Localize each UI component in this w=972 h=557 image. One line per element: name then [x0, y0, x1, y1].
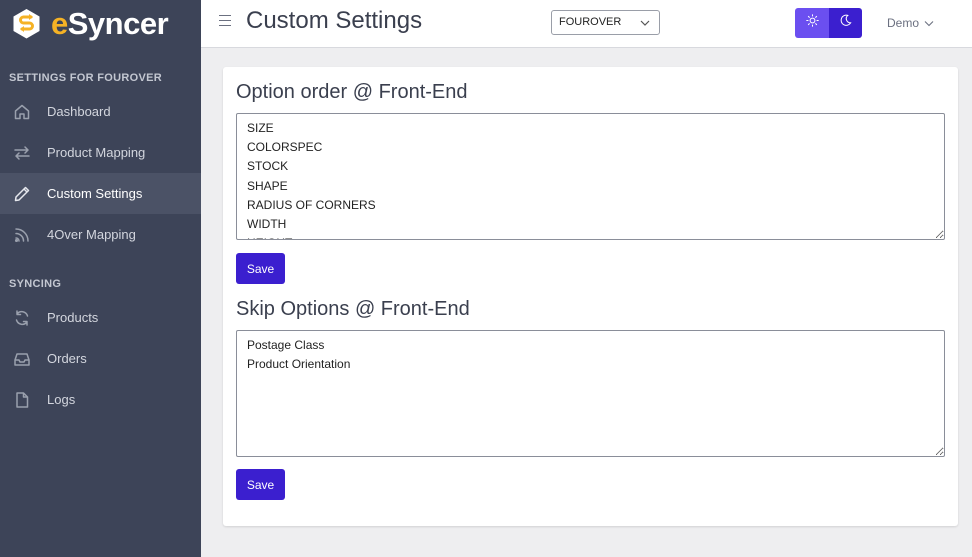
theme-toggle [795, 8, 862, 38]
chevron-down-icon [924, 16, 934, 30]
settings-card: Option order @ Front-End SIZE COLORSPEC … [223, 67, 958, 526]
save-skip-options-button[interactable]: Save [236, 469, 285, 500]
option-order-heading: Option order @ Front-End [236, 81, 468, 103]
skip-options-heading: Skip Options @ Front-End [236, 298, 470, 320]
option-order-textarea[interactable]: SIZE COLORSPEC STOCK SHAPE RADIUS OF COR… [236, 113, 945, 240]
arrows-exchange-icon [12, 143, 32, 163]
menu-toggle-icon[interactable] [219, 15, 231, 27]
sidebar-item-orders[interactable]: Orders [0, 338, 201, 379]
user-menu[interactable]: Demo [887, 16, 934, 30]
save-option-order-button[interactable]: Save [236, 253, 285, 284]
sidebar-item-label: Product Mapping [47, 145, 146, 160]
section-title-settings: SETTINGS FOR FOUROVER [9, 72, 162, 84]
store-select-value: FOUROVER [559, 16, 622, 28]
sun-icon [805, 14, 819, 32]
document-icon [12, 390, 32, 410]
inbox-icon [12, 349, 32, 369]
esyncer-logo-icon [12, 8, 41, 39]
sidebar-item-label: Dashboard [47, 104, 111, 119]
sidebar-item-label: Logs [47, 392, 76, 407]
moon-icon [839, 14, 852, 32]
top-header: Custom Settings FOUROVER Demo [201, 0, 972, 48]
sidebar-item-dashboard[interactable]: Dashboard [0, 91, 201, 132]
chevron-down-icon [640, 18, 650, 30]
sidebar-item-product-mapping[interactable]: Product Mapping [0, 132, 201, 173]
rss-icon [12, 225, 32, 245]
sidebar-item-products[interactable]: Products [0, 297, 201, 338]
sidebar-item-logs[interactable]: Logs [0, 379, 201, 420]
sidebar: eSyncer SETTINGS FOR FOUROVER Dashboard … [0, 0, 201, 557]
sync-icon [12, 308, 32, 328]
light-mode-button[interactable] [795, 8, 829, 38]
pencil-icon [12, 184, 32, 204]
user-name: Demo [887, 16, 920, 30]
sidebar-item-label: Products [47, 310, 99, 325]
store-select[interactable]: FOUROVER [551, 10, 660, 35]
skip-options-textarea[interactable]: Postage Class Product Orientation [236, 330, 945, 457]
section-title-syncing: SYNCING [9, 278, 62, 290]
home-icon [12, 102, 32, 122]
sidebar-item-label: Custom Settings [47, 186, 143, 201]
brand-name: eSyncer [51, 5, 169, 41]
sidebar-item-custom-settings[interactable]: Custom Settings [0, 173, 201, 214]
sidebar-item-4over-mapping[interactable]: 4Over Mapping [0, 214, 201, 255]
sidebar-item-label: 4Over Mapping [47, 227, 136, 242]
page-title: Custom Settings [246, 7, 423, 34]
sidebar-item-label: Orders [47, 351, 87, 366]
dark-mode-button[interactable] [829, 8, 862, 38]
brand-logo[interactable]: eSyncer [0, 0, 201, 47]
